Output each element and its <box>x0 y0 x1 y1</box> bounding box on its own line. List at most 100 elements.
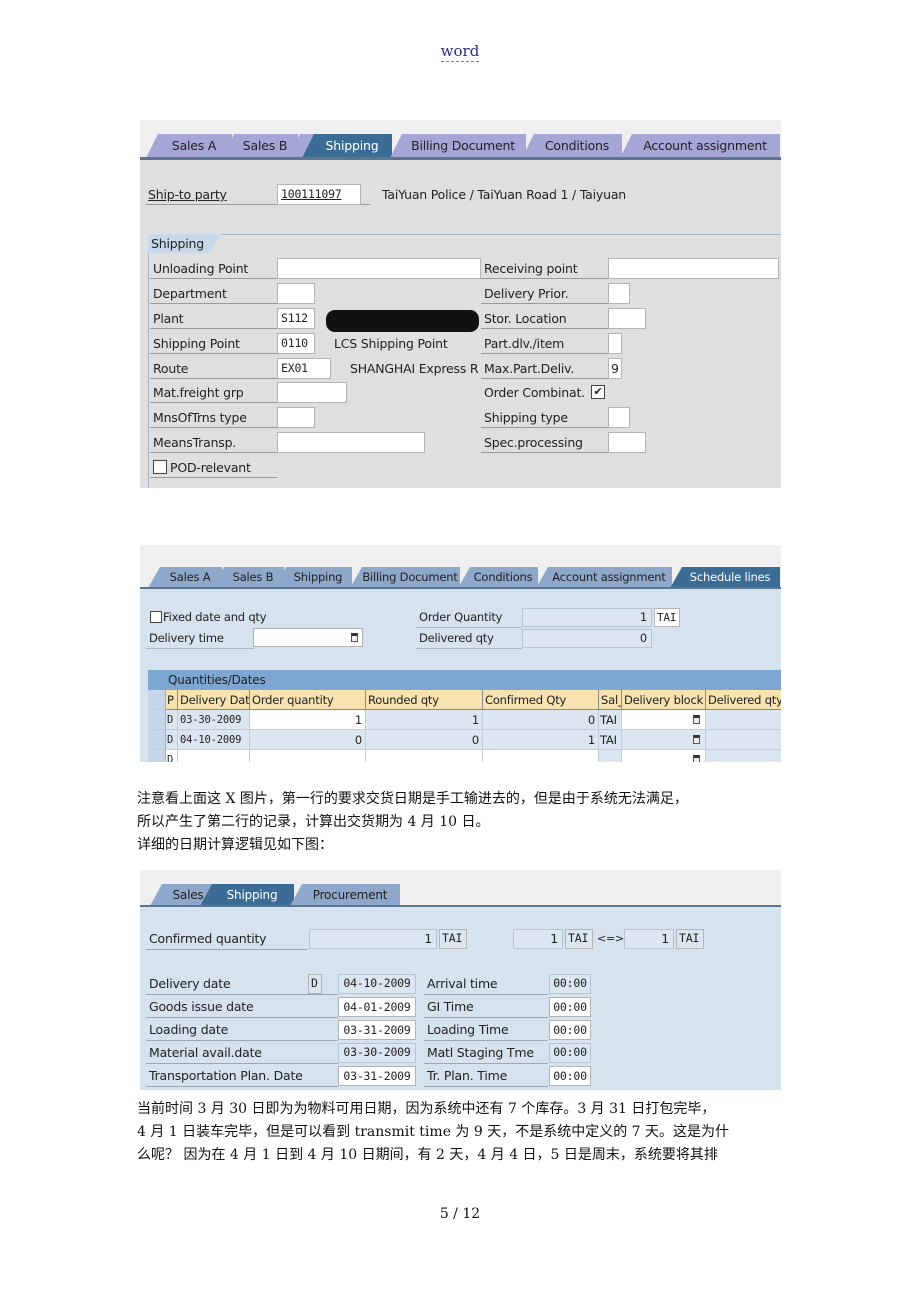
tab-sales-b[interactable]: Sales B <box>222 134 298 158</box>
delivery-time-input[interactable] <box>253 628 363 647</box>
col-p[interactable]: P <box>166 690 178 710</box>
delivery-date-format-flag[interactable]: D <box>308 974 322 994</box>
value-help-icon[interactable] <box>693 755 700 762</box>
tab-account-assignment[interactable]: Account assignment <box>620 134 780 158</box>
tab-sales-a[interactable]: Sales A <box>148 567 222 588</box>
col-order-quantity[interactable]: Order quantity <box>250 690 366 710</box>
ship-to-party-input[interactable]: 100111097 <box>277 184 361 205</box>
unloading-point-input[interactable] <box>277 258 481 279</box>
arrival-time-label: Arrival time <box>424 973 548 995</box>
tab-procurement[interactable]: Procurement <box>290 884 400 906</box>
route-label: Route <box>150 358 277 379</box>
cell-sales-unit: TAI <box>599 730 622 750</box>
row-selector[interactable] <box>148 730 166 750</box>
storage-location-input[interactable] <box>608 308 646 329</box>
conversion-arrow: <=> <box>597 932 625 945</box>
cell-confirmed-qty: 1 <box>483 730 599 750</box>
table-row[interactable]: D <box>148 750 781 762</box>
means-of-transport-type-label: MnsOfTrns type <box>150 407 277 428</box>
col-sales-unit[interactable]: Sal_ <box>599 690 622 710</box>
tab-shipping[interactable]: Shipping <box>274 567 352 588</box>
tr-plan-time-input[interactable]: 00:00 <box>549 1066 591 1086</box>
para2-line1: 当前时间 3 月 30 日即为为物料可用日期，因为系统中还有 7 个库存。3 月… <box>137 1101 716 1117</box>
tab-billing-document[interactable]: Billing Document <box>350 567 460 588</box>
max-partial-deliveries-label: Max.Part.Deliv. <box>481 358 608 379</box>
mat-freight-grp-input[interactable] <box>277 382 347 403</box>
means-transp-input[interactable] <box>277 432 425 453</box>
table-row[interactable]: D 04-10-2009 0 0 1 TAI <box>148 730 781 750</box>
cell-order-quantity[interactable]: 1 <box>250 710 366 730</box>
value-help-icon[interactable] <box>693 735 700 744</box>
max-partial-deliveries-input[interactable]: 9 <box>608 358 622 379</box>
cell-sales-unit <box>599 750 622 762</box>
delivery-priority-input[interactable] <box>608 283 630 304</box>
route-input[interactable]: EX01 <box>277 358 331 379</box>
conversion-value-2: 1 <box>624 929 674 949</box>
gi-time-label: GI Time <box>424 996 548 1018</box>
table-row[interactable]: D 03-30-2009 1 1 0 TAI <box>148 710 781 730</box>
tab-account-assignment[interactable]: Account assignment <box>536 567 672 588</box>
quantities-dates-title: Quantities/Dates <box>148 670 781 690</box>
cell-order-quantity[interactable]: 0 <box>250 730 366 750</box>
cell-delivery-date[interactable]: 03-30-2009 <box>178 710 250 730</box>
conversion-unit-1: TAI <box>565 929 593 949</box>
department-input[interactable] <box>277 283 315 304</box>
cell-delivery-block[interactable] <box>622 730 706 750</box>
tab-sales-a[interactable]: Sales A <box>146 134 232 158</box>
tab-shipping[interactable]: Shipping <box>200 884 294 906</box>
loading-time-input[interactable]: 00:00 <box>549 1020 591 1040</box>
cell-delivery-block[interactable] <box>622 750 706 762</box>
confirmed-quantity-value: 1 <box>309 929 437 949</box>
row-selector[interactable] <box>148 710 166 730</box>
tab-sales-b[interactable]: Sales B <box>212 567 284 588</box>
receiving-point-input[interactable] <box>608 258 779 279</box>
tab-billing-document[interactable]: Billing Document <box>390 134 526 158</box>
loading-date-input[interactable]: 03-31-2009 <box>338 1020 416 1040</box>
pod-relevant-checkbox[interactable] <box>153 460 167 474</box>
redacted-plant-description <box>326 310 479 332</box>
department-label: Department <box>150 283 277 304</box>
tab-shipping[interactable]: Shipping <box>302 134 392 158</box>
cell-delivered-qty <box>706 710 781 730</box>
means-of-transport-type-input[interactable] <box>277 407 315 428</box>
fixed-date-qty-label: Fixed date and qty <box>163 610 267 624</box>
plant-input[interactable]: S112 <box>277 308 315 329</box>
fixed-date-qty-checkbox[interactable] <box>150 611 162 623</box>
order-combination-checkbox[interactable]: ✔ <box>591 385 605 399</box>
tab-conditions[interactable]: Conditions <box>522 134 622 158</box>
select-all-cell[interactable] <box>148 690 166 710</box>
shipping-point-input[interactable]: 0110 <box>277 333 315 354</box>
gi-time-input[interactable]: 00:00 <box>549 997 591 1017</box>
unloading-point-label: Unloading Point <box>150 258 277 279</box>
conversion-value-1: 1 <box>513 929 563 949</box>
cell-order-quantity[interactable] <box>250 750 366 762</box>
loading-date-label: Loading date <box>146 1019 338 1041</box>
col-delivered-qty[interactable]: Delivered qty <box>706 690 781 710</box>
tab-conditions[interactable]: Conditions <box>458 567 538 588</box>
row-selector[interactable] <box>148 750 166 762</box>
cell-delivery-block[interactable] <box>622 710 706 730</box>
confirmed-quantity-unit: TAI <box>439 929 467 949</box>
cell-sales-unit: TAI <box>599 710 622 730</box>
col-delivery-date[interactable]: Delivery Date <box>178 690 250 710</box>
value-help-icon[interactable] <box>351 633 358 642</box>
col-rounded-qty[interactable]: Rounded qty <box>366 690 483 710</box>
tab-schedule-lines[interactable]: Schedule lines <box>670 567 780 588</box>
value-help-icon[interactable] <box>693 715 700 724</box>
col-confirmed-qty[interactable]: Confirmed Qty <box>483 690 599 710</box>
special-processing-input[interactable] <box>608 432 646 453</box>
cell-rounded-qty: 1 <box>366 710 483 730</box>
receiving-point-label: Receiving point <box>481 258 608 279</box>
cell-delivery-date[interactable] <box>178 750 250 762</box>
para1-line2: 所以产生了第二行的记录，计算出交货期为 4 月 10 日。 <box>137 814 490 830</box>
material-avail-date-value: 03-30-2009 <box>338 1043 416 1063</box>
header-word-link[interactable]: word <box>0 42 920 62</box>
goods-issue-date-input[interactable]: 04-01-2009 <box>338 997 416 1017</box>
partial-delivery-item-input[interactable] <box>608 333 622 354</box>
delivery-time-label: Delivery time <box>146 628 254 649</box>
tr-plan-time-label: Tr. Plan. Time <box>424 1065 548 1087</box>
shipping-type-input[interactable] <box>608 407 630 428</box>
transportation-plan-date-input[interactable]: 03-31-2009 <box>338 1066 416 1086</box>
page-number: 5 / 12 <box>439 1206 481 1222</box>
col-delivery-block[interactable]: Delivery block <box>622 690 706 710</box>
